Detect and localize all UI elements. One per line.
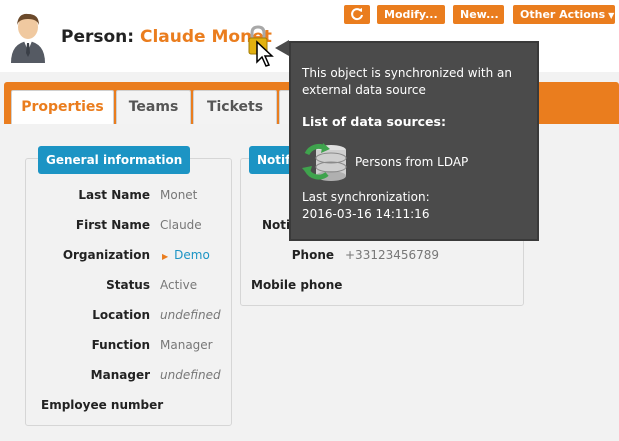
field-label-phone: Phone [291,248,334,262]
tab-tickets[interactable]: Tickets [193,90,277,124]
field-value-function: Manager [160,338,213,352]
field-label-location: Location [92,308,150,322]
other-actions-label: Other Actions [520,8,606,21]
tooltip-last-sync-label: Last synchronization: [302,190,430,204]
other-actions-button[interactable]: Other Actions ▼ [513,5,615,24]
organization-link[interactable]: ▶ Demo [162,248,210,262]
tooltip-list-title: List of data sources: [302,114,446,129]
field-value-manager: undefined [160,368,221,382]
tooltip-source-name: Persons from LDAP [355,155,469,169]
link-arrow-icon: ▶ [162,252,169,261]
organization-link-text: Demo [174,248,210,262]
tab-teams[interactable]: Teams [116,90,191,124]
field-value-status: Active [160,278,198,292]
modify-button[interactable]: Modify... [377,5,445,24]
page-title: Person: Claude Monet [61,27,272,47]
ldap-sync-icon [302,143,347,181]
notification-legend: Notifi [249,146,293,174]
field-value-phone: +33123456789 [345,248,440,262]
tooltip-arrow [275,40,289,56]
sync-tooltip: This object is synchronized with an exte… [289,41,539,241]
tooltip-last-sync-value: 2016-03-16 14:11:16 [302,207,430,221]
mouse-cursor-icon [256,40,274,67]
tab-properties[interactable]: Properties [11,90,114,124]
field-value-location: undefined [160,308,221,322]
field-label-mobile-phone: Mobile phone [251,278,343,292]
field-label-employee-number: Employee number [41,398,164,412]
field-label-function: Function [91,338,150,352]
person-avatar-icon [11,13,45,63]
field-label-organization: Organization [62,248,150,262]
caret-down-icon: ▼ [608,11,615,20]
field-value-last-name: Monet [160,188,198,202]
field-label-last-name: Last Name [78,188,150,202]
tooltip-description: This object is synchronized with an exte… [302,66,512,97]
new-button[interactable]: New... [453,5,504,24]
general-information-legend: General information [38,146,191,174]
field-value-first-name: Claude [160,218,202,232]
refresh-button[interactable] [344,5,370,24]
field-label-first-name: First Name [75,218,150,232]
refresh-icon [351,8,363,21]
field-label-status: Status [106,278,150,292]
page-title-prefix: Person: [61,27,135,47]
field-label-manager: Manager [90,368,150,382]
